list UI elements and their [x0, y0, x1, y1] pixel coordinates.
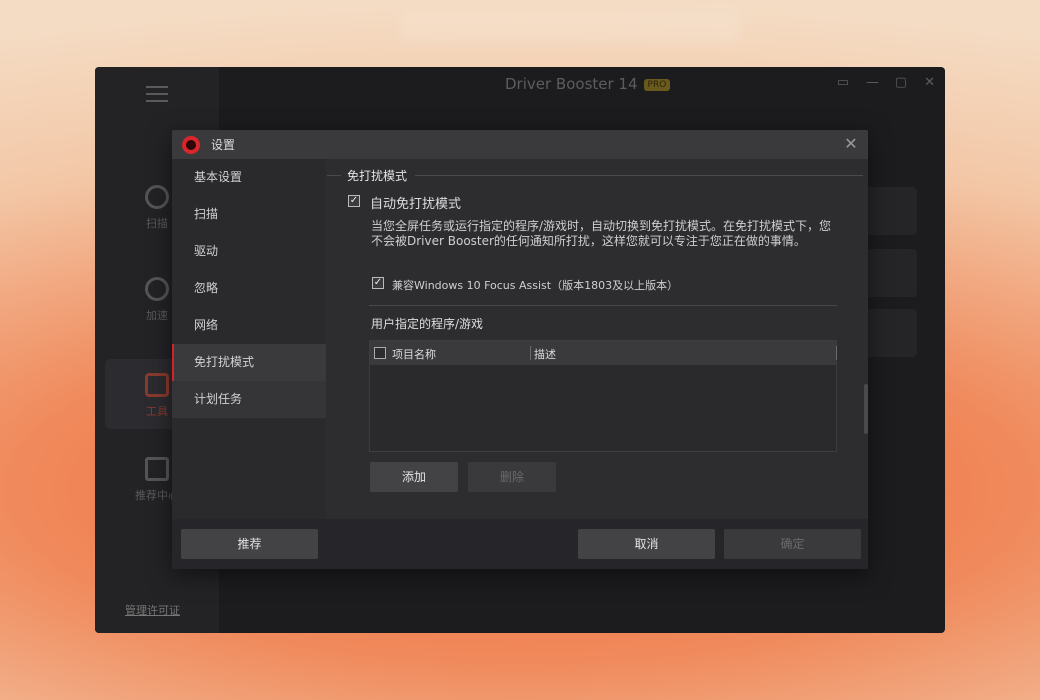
dnd-description: 当您全屏任务或运行指定的程序/游戏时，自动切换到免打扰模式。在免打扰模式下，您不… — [371, 219, 832, 248]
column-separator — [836, 346, 837, 360]
sidebar-item-label: 工具 — [146, 405, 168, 418]
feedback-icon[interactable]: ▭ — [837, 75, 849, 90]
nav-item-basic[interactable]: 基本设置 — [172, 159, 326, 196]
nav-item-driver[interactable]: 驱动 — [172, 233, 326, 270]
license-link[interactable]: 管理许可证 — [125, 602, 180, 618]
hamburger-menu-icon[interactable] — [146, 86, 168, 102]
close-icon[interactable]: ✕ — [924, 75, 935, 90]
cancel-button[interactable]: 取消 — [578, 529, 715, 559]
apps-icon — [145, 457, 169, 481]
column-separator — [530, 346, 531, 360]
ok-button[interactable]: 确定 — [724, 529, 861, 559]
content-scrollbar[interactable] — [864, 384, 868, 434]
column-header-name[interactable]: 项目名称 — [392, 346, 436, 362]
close-icon[interactable]: ✕ — [842, 135, 860, 153]
recommend-button[interactable]: 推荐 — [181, 529, 318, 559]
boost-icon — [145, 277, 169, 301]
auto-dnd-label: 自动免打扰模式 — [370, 197, 462, 212]
app-logo-icon — [182, 135, 200, 154]
add-button[interactable]: 添加 — [370, 462, 458, 492]
settings-nav: 基本设置 扫描 驱动 忽略 网络 免打扰模式 计划任务 — [172, 159, 326, 519]
section-divider — [415, 175, 863, 176]
focus-assist-checkbox[interactable]: ✓ — [372, 277, 384, 289]
user-programs-label: 用户指定的程序/游戏 — [371, 317, 484, 331]
settings-content: 免打扰模式 ✓ 自动免打扰模式 当您全屏任务或运行指定的程序/游戏时，自动切换到… — [327, 159, 868, 519]
select-all-checkbox[interactable] — [374, 347, 386, 359]
nav-item-do-not-disturb[interactable]: 免打扰模式 — [172, 344, 326, 381]
app-title-text: Driver Booster 14 — [505, 75, 638, 93]
minimize-icon[interactable]: — — [866, 75, 879, 90]
sidebar-item-label: 扫描 — [146, 217, 168, 230]
background-blur — [400, 10, 740, 44]
auto-dnd-checkbox[interactable]: ✓ — [348, 195, 360, 207]
settings-dialog: 设置 ✕ 基本设置 扫描 驱动 忽略 网络 免打扰模式 计划任务 免打扰模式 ✓… — [172, 130, 868, 569]
table-header: 项目名称 描述 — [370, 341, 837, 365]
nav-item-ignore[interactable]: 忽略 — [172, 270, 326, 307]
pro-badge: PRO — [643, 78, 671, 91]
nav-item-scan[interactable]: 扫描 — [172, 196, 326, 233]
delete-button[interactable]: 删除 — [468, 462, 556, 492]
nav-item-network[interactable]: 网络 — [172, 307, 326, 344]
dialog-title: 设置 — [211, 138, 236, 152]
maximize-icon[interactable]: ▢ — [895, 75, 907, 90]
programs-table: 项目名称 描述 — [369, 340, 837, 452]
nav-item-schedule[interactable]: 计划任务 — [172, 381, 326, 418]
divider — [369, 305, 837, 306]
app-title: Driver Booster 14 PRO — [505, 75, 671, 93]
sidebar-item-label: 加速 — [146, 309, 168, 322]
dialog-footer: 推荐 取消 确定 — [172, 519, 868, 569]
scan-icon — [145, 185, 169, 209]
dialog-header: 设置 ✕ — [172, 130, 868, 159]
focus-assist-label: 兼容Windows 10 Focus Assist（版本1803及以上版本） — [392, 279, 679, 292]
section-heading: 免打扰模式 — [347, 169, 408, 183]
column-header-description[interactable]: 描述 — [534, 346, 556, 362]
section-divider — [327, 175, 341, 176]
toolbox-icon — [145, 373, 169, 397]
